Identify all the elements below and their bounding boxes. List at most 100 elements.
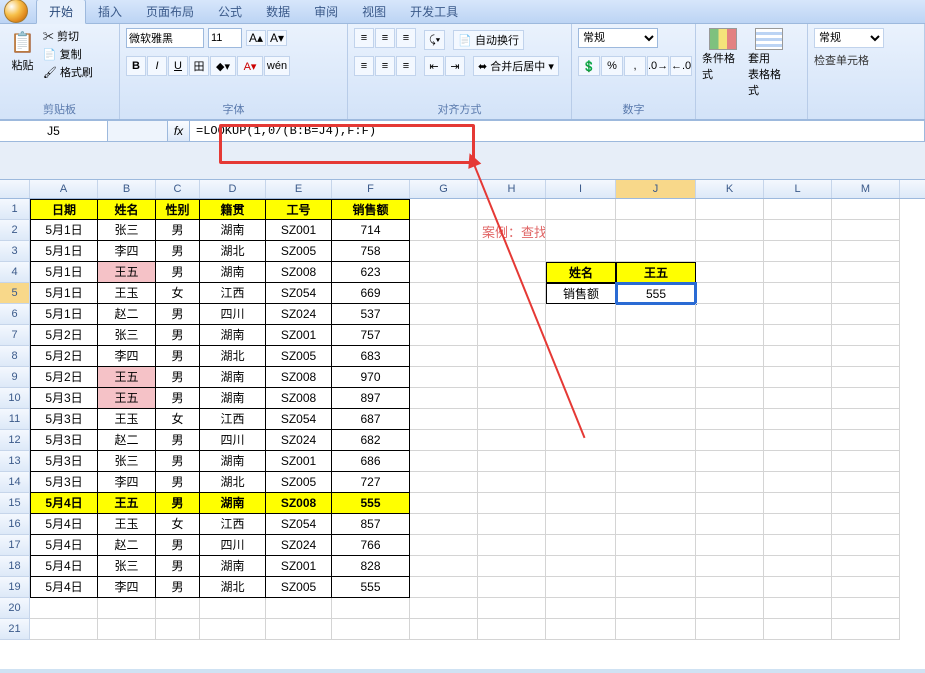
row-header-11[interactable]: 11: [0, 409, 30, 430]
cell-M11[interactable]: [832, 409, 900, 430]
cell-I6[interactable]: [546, 304, 616, 325]
cell-E14[interactable]: SZ005: [266, 472, 332, 493]
cell-G18[interactable]: [410, 556, 478, 577]
cell-A20[interactable]: [30, 598, 98, 619]
cell-J2[interactable]: [616, 220, 696, 241]
column-header-M[interactable]: M: [832, 180, 900, 198]
cell-E2[interactable]: SZ001: [266, 220, 332, 241]
cell-L12[interactable]: [764, 430, 832, 451]
cell-C8[interactable]: 男: [156, 346, 200, 367]
row-header-14[interactable]: 14: [0, 472, 30, 493]
cell-L18[interactable]: [764, 556, 832, 577]
column-header-C[interactable]: C: [156, 180, 200, 198]
cell-H10[interactable]: [478, 388, 546, 409]
column-header-F[interactable]: F: [332, 180, 410, 198]
row-header-5[interactable]: 5: [0, 283, 30, 304]
column-header-H[interactable]: H: [478, 180, 546, 198]
cell-B12[interactable]: 赵二: [98, 430, 156, 451]
orientation-button[interactable]: ⤹▾: [424, 30, 445, 50]
cell-M10[interactable]: [832, 388, 900, 409]
cell-B8[interactable]: 李四: [98, 346, 156, 367]
cell-C4[interactable]: 男: [156, 262, 200, 283]
cell-J11[interactable]: [616, 409, 696, 430]
cell-J21[interactable]: [616, 619, 696, 640]
cell-C5[interactable]: 女: [156, 283, 200, 304]
cell-C13[interactable]: 男: [156, 451, 200, 472]
cell-H11[interactable]: [478, 409, 546, 430]
row-header-4[interactable]: 4: [0, 262, 30, 283]
cell-H20[interactable]: [478, 598, 546, 619]
cell-F1[interactable]: 销售额: [332, 199, 410, 220]
cell-F4[interactable]: 623: [332, 262, 410, 283]
ribbon-tab-1[interactable]: 插入: [86, 0, 134, 23]
cell-A1[interactable]: 日期: [30, 199, 98, 220]
cell-K10[interactable]: [696, 388, 764, 409]
cell-D5[interactable]: 江西: [200, 283, 266, 304]
cell-J6[interactable]: [616, 304, 696, 325]
cell-K13[interactable]: [696, 451, 764, 472]
cell-M6[interactable]: [832, 304, 900, 325]
cell-H15[interactable]: [478, 493, 546, 514]
cell-K18[interactable]: [696, 556, 764, 577]
cell-L9[interactable]: [764, 367, 832, 388]
cell-A21[interactable]: [30, 619, 98, 640]
cell-L11[interactable]: [764, 409, 832, 430]
cell-M9[interactable]: [832, 367, 900, 388]
cell-J7[interactable]: [616, 325, 696, 346]
cell-E17[interactable]: SZ024: [266, 535, 332, 556]
cell-L10[interactable]: [764, 388, 832, 409]
row-header-12[interactable]: 12: [0, 430, 30, 451]
cell-L17[interactable]: [764, 535, 832, 556]
cell-I19[interactable]: [546, 577, 616, 598]
cell-M17[interactable]: [832, 535, 900, 556]
cell-H16[interactable]: [478, 514, 546, 535]
cell-K4[interactable]: [696, 262, 764, 283]
cell-H5[interactable]: [478, 283, 546, 304]
column-header-B[interactable]: B: [98, 180, 156, 198]
italic-button[interactable]: I: [147, 56, 167, 76]
align-middle-button[interactable]: ≡: [375, 28, 395, 48]
cell-I21[interactable]: [546, 619, 616, 640]
ribbon-tab-2[interactable]: 页面布局: [134, 0, 206, 23]
decrease-decimal-button[interactable]: ←.0: [670, 56, 692, 76]
ribbon-tab-7[interactable]: 开发工具: [398, 0, 470, 23]
cell-C10[interactable]: 男: [156, 388, 200, 409]
cell-I17[interactable]: [546, 535, 616, 556]
cell-G3[interactable]: [410, 241, 478, 262]
cell-C14[interactable]: 男: [156, 472, 200, 493]
cell-I5[interactable]: 销售额: [546, 283, 616, 304]
cell-F21[interactable]: [332, 619, 410, 640]
cell-J9[interactable]: [616, 367, 696, 388]
font-size-select[interactable]: [208, 28, 242, 48]
cell-F6[interactable]: 537: [332, 304, 410, 325]
cell-M21[interactable]: [832, 619, 900, 640]
cell-E19[interactable]: SZ005: [266, 577, 332, 598]
cell-C20[interactable]: [156, 598, 200, 619]
cell-B7[interactable]: 张三: [98, 325, 156, 346]
row-header-18[interactable]: 18: [0, 556, 30, 577]
cell-L19[interactable]: [764, 577, 832, 598]
cell-A7[interactable]: 5月2日: [30, 325, 98, 346]
cell-F11[interactable]: 687: [332, 409, 410, 430]
cell-C15[interactable]: 男: [156, 493, 200, 514]
cell-D9[interactable]: 湖南: [200, 367, 266, 388]
cell-B2[interactable]: 张三: [98, 220, 156, 241]
cell-H21[interactable]: [478, 619, 546, 640]
align-right-button[interactable]: ≡: [396, 56, 416, 76]
office-orb[interactable]: [4, 0, 28, 23]
row-header-10[interactable]: 10: [0, 388, 30, 409]
cell-K16[interactable]: [696, 514, 764, 535]
cell-A19[interactable]: 5月4日: [30, 577, 98, 598]
cell-C18[interactable]: 男: [156, 556, 200, 577]
cell-D19[interactable]: 湖北: [200, 577, 266, 598]
cell-G7[interactable]: [410, 325, 478, 346]
cell-I20[interactable]: [546, 598, 616, 619]
cell-I13[interactable]: [546, 451, 616, 472]
border-button[interactable]: 田: [189, 56, 209, 76]
ribbon-tab-4[interactable]: 数据: [254, 0, 302, 23]
cell-B15[interactable]: 王五: [98, 493, 156, 514]
cell-G8[interactable]: [410, 346, 478, 367]
cell-H9[interactable]: [478, 367, 546, 388]
font-name-select[interactable]: [126, 28, 204, 48]
cell-A2[interactable]: 5月1日: [30, 220, 98, 241]
